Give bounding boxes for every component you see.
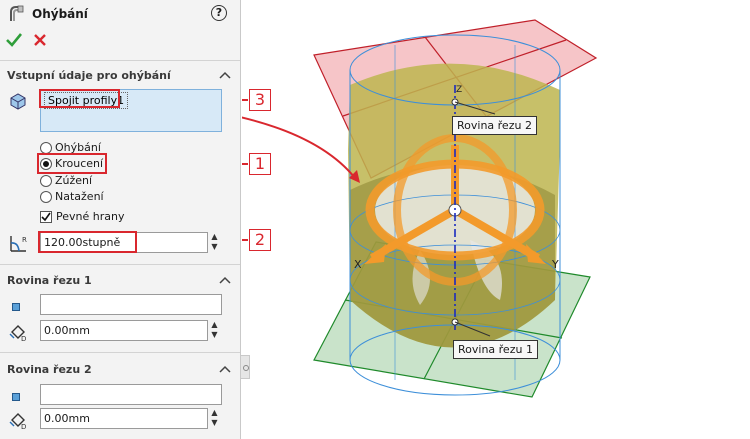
offset-distance-icon: D [8, 322, 30, 345]
divider [0, 264, 240, 265]
trim-plane-2-reference-box[interactable] [40, 384, 222, 405]
feature-titlebar: Ohýbání ? [0, 0, 240, 28]
trim-plane-1-tag[interactable]: Rovina řezu 1 [453, 340, 538, 359]
checkmark-icon[interactable] [5, 31, 23, 49]
hard-edges-label: Pevné hrany [56, 210, 125, 223]
svg-text:R: R [22, 236, 27, 244]
offset-distance-icon: D [8, 410, 30, 433]
graphics-viewport[interactable]: X Y Z [242, 0, 750, 439]
axis-x-label: X [354, 258, 362, 271]
collapse-chevron-icon[interactable] [219, 70, 231, 80]
help-icon[interactable]: ? [211, 5, 227, 21]
svg-text:D: D [21, 335, 26, 342]
trim-plane-2-tag[interactable]: Rovina řezu 2 [452, 116, 537, 135]
flex-feature-icon [7, 5, 25, 26]
radio-tapering-dot[interactable] [40, 175, 52, 187]
trim-plane-2-distance-spinner[interactable]: ▲ ▼ [208, 408, 221, 429]
collapse-chevron-icon[interactable] [219, 364, 231, 374]
svg-text:D: D [21, 423, 26, 430]
radio-tapering-label: Zúžení [55, 174, 93, 187]
axis-z-label: Z [456, 85, 462, 95]
hard-edges-box[interactable] [40, 211, 52, 223]
angle-spinner[interactable]: ▲ ▼ [208, 232, 221, 253]
ok-cancel-bar [5, 31, 65, 51]
close-icon[interactable] [31, 31, 49, 49]
highlight-twisting-option [37, 153, 107, 174]
reference-entity-icon [12, 301, 20, 314]
radio-stretching-label: Natažení [55, 190, 104, 203]
trim-plane-1-reference-box[interactable] [40, 294, 222, 315]
feature-title: Ohýbání [32, 7, 88, 21]
property-manager: Ohýbání ? Vstupní údaje pro ohýbání Spoj… [0, 0, 241, 439]
divider [0, 352, 240, 353]
axis-y-label: Y [551, 258, 559, 271]
callout-badge-2: 2 [249, 229, 271, 251]
reference-entity-icon [12, 391, 20, 404]
angle-icon: R [8, 233, 30, 256]
highlight-angle-field [38, 231, 137, 253]
highlight-body-item [39, 89, 120, 108]
section-title-flex-input: Vstupní údaje pro ohýbání [7, 69, 171, 82]
callout-badge-1: 1 [249, 153, 271, 175]
solid-body-icon [8, 91, 28, 114]
section-title-trim-plane-2: Rovina řezu 2 [7, 363, 92, 376]
collapse-chevron-icon[interactable] [219, 275, 231, 285]
trim-plane-1-distance-spinner[interactable]: ▲ ▼ [208, 320, 221, 341]
divider [0, 60, 240, 61]
radio-stretching-dot[interactable] [40, 191, 52, 203]
section-title-trim-plane-1: Rovina řezu 1 [7, 274, 92, 287]
trim-plane-1-distance-input[interactable]: 0.00mm [40, 320, 208, 341]
callout-badge-3: 3 [249, 89, 271, 111]
trim-plane-2-distance-input[interactable]: 0.00mm [40, 408, 208, 429]
